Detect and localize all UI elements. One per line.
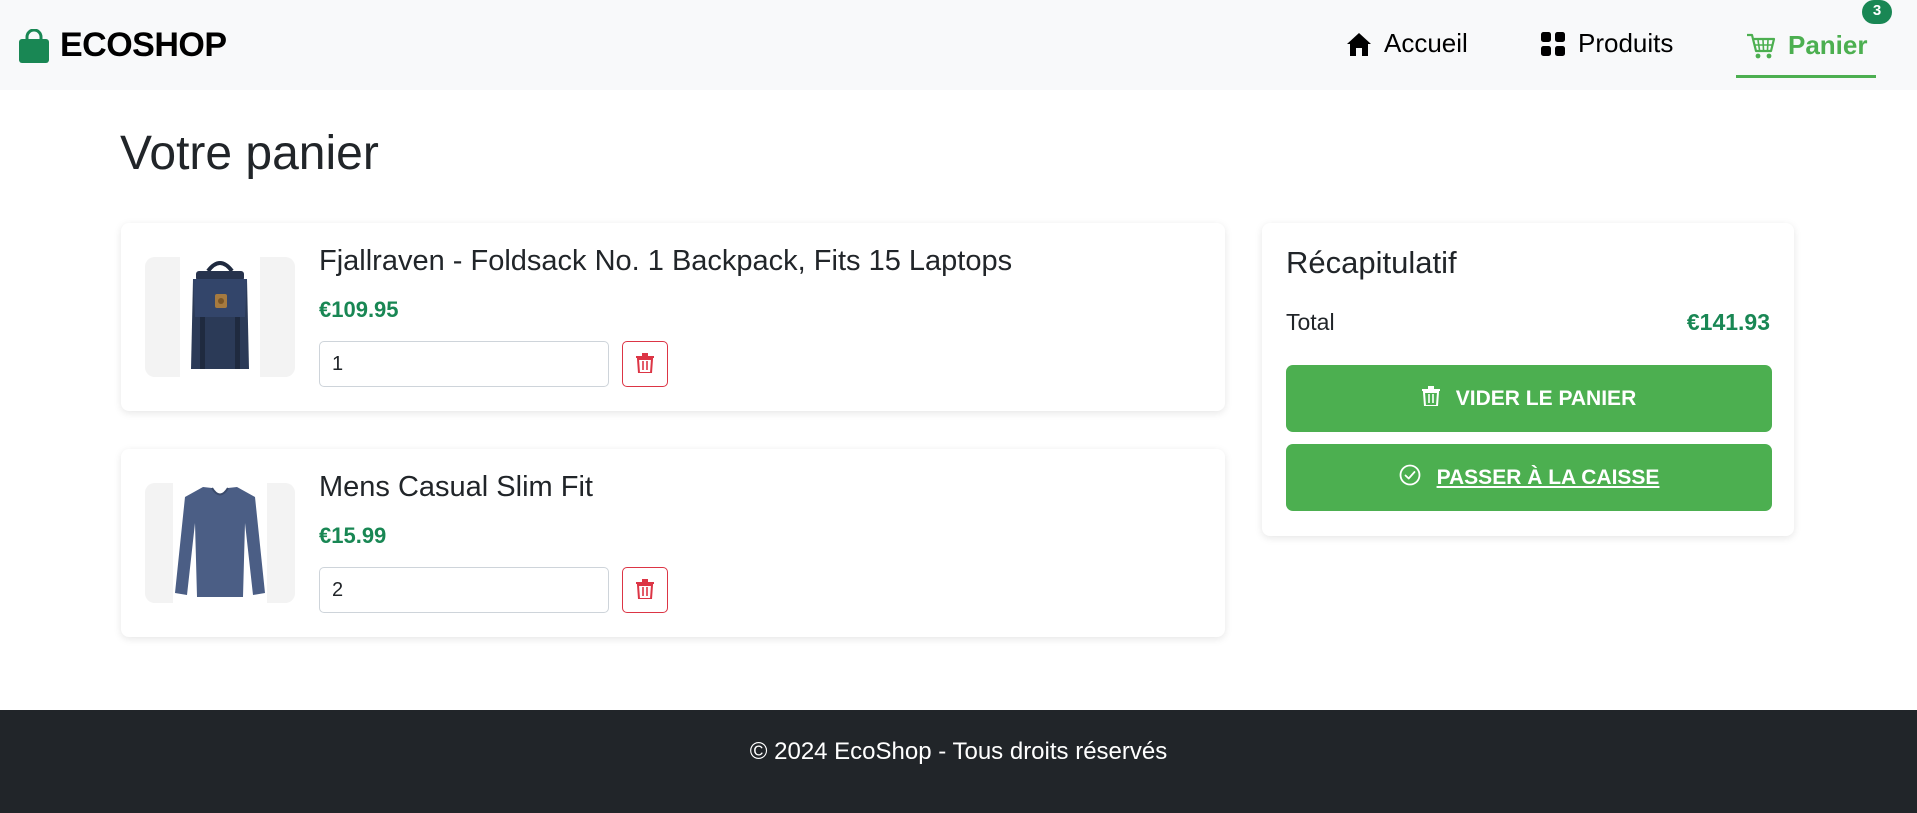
total-value: €141.93 [1686, 309, 1770, 335]
trash-icon [636, 352, 654, 376]
cart-item-price: €15.99 [319, 523, 387, 548]
footer: © 2024 EcoShop - Tous droits réservés [0, 710, 1917, 813]
delete-item-button[interactable] [622, 341, 668, 387]
navbar: ECOSHOP Accueil Produits Panier 3 [0, 0, 1917, 90]
empty-cart-button[interactable]: VIDER LE PANIER [1286, 365, 1772, 432]
empty-cart-label: VIDER LE PANIER [1455, 386, 1637, 410]
checkout-label: PASSER À LA CAISSE [1436, 465, 1660, 489]
product-image-backpack[interactable] [145, 257, 295, 377]
cart-item: Fjallraven - Foldsack No. 1 Backpack, Fi… [121, 223, 1225, 411]
cart-item: Mens Casual Slim Fit €15.99 [121, 449, 1225, 637]
brand-logo[interactable]: ECOSHOP [18, 26, 227, 65]
brand-name: ECOSHOP [60, 26, 227, 64]
nav-products[interactable]: Produits [1540, 28, 1673, 59]
nav-products-label: Produits [1578, 28, 1674, 58]
cart-item-price: €109.95 [319, 297, 399, 322]
quantity-input[interactable] [319, 567, 609, 613]
nav-home-label: Accueil [1384, 28, 1468, 58]
nav-home[interactable]: Accueil [1346, 28, 1468, 59]
quantity-input[interactable] [319, 341, 609, 387]
cart-icon [1746, 32, 1776, 60]
total-label: Total [1286, 309, 1335, 335]
cart-item-title[interactable]: Fjallraven - Foldsack No. 1 Backpack, Fi… [319, 245, 1012, 278]
nav-cart[interactable]: Panier [1736, 28, 1876, 78]
grid-icon [1540, 31, 1566, 57]
shopping-bag-icon [18, 28, 50, 63]
trash-icon [1421, 385, 1440, 412]
house-icon [1346, 31, 1372, 57]
order-summary: Récapitulatif Total €141.93 VIDER LE PAN… [1262, 223, 1794, 536]
footer-copyright: © 2024 EcoShop - Tous droits réservés [749, 738, 1168, 765]
page-title: Votre panier [120, 127, 379, 180]
checkout-button[interactable]: PASSER À LA CAISSE [1286, 444, 1772, 511]
summary-title: Récapitulatif [1286, 245, 1457, 280]
trash-icon [636, 578, 654, 602]
product-image-shirt[interactable] [145, 483, 295, 603]
cart-count-badge: 3 [1862, 0, 1892, 24]
check-circle-icon [1399, 464, 1421, 492]
nav-cart-label: Panier [1788, 30, 1868, 60]
cart-item-title[interactable]: Mens Casual Slim Fit [319, 471, 593, 504]
delete-item-button[interactable] [622, 567, 668, 613]
